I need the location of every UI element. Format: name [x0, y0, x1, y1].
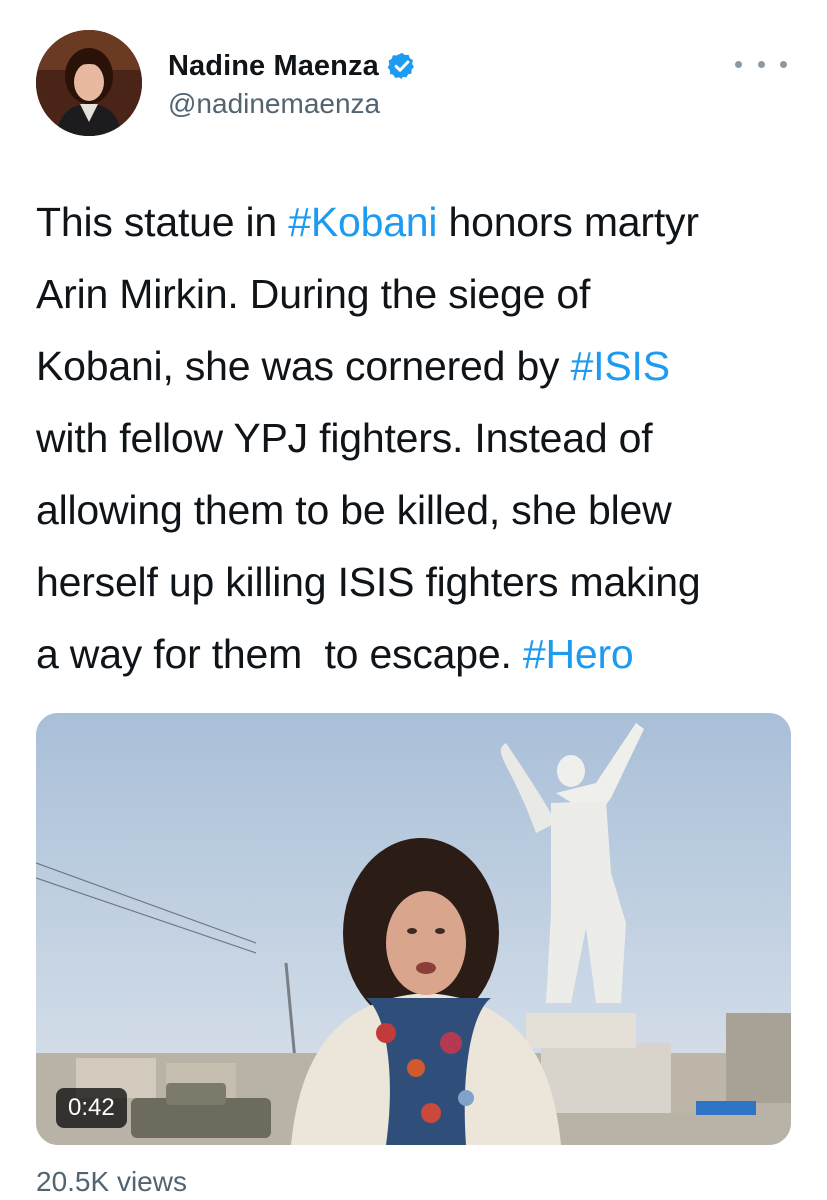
more-dot — [757, 60, 765, 68]
hashtag-link[interactable]: #Kobani — [288, 199, 437, 245]
avatar-image — [36, 30, 142, 136]
author-name-row: Nadine Maenza — [168, 46, 417, 86]
more-dot — [780, 60, 787, 68]
tweet-text: This statue in #Kobani honors martyr Ari… — [36, 186, 806, 690]
more-options-icon[interactable] — [735, 52, 787, 76]
video-player[interactable]: 0:42 — [36, 713, 791, 1145]
more-dot — [735, 60, 742, 68]
video-thumbnail — [36, 713, 791, 1145]
author-handle[interactable]: @nadinemaenza — [168, 88, 380, 120]
view-count: 20.5K views — [36, 1166, 187, 1197]
verified-badge-icon — [387, 52, 414, 80]
author-name[interactable]: Nadine Maenza — [168, 50, 379, 83]
tweet-text-segment: This statue in — [36, 199, 289, 245]
hashtag-link[interactable]: #Hero — [523, 631, 634, 677]
hashtag-link[interactable]: #ISIS — [571, 343, 670, 389]
video-duration-badge: 0:42 — [56, 1088, 127, 1128]
avatar[interactable] — [36, 30, 142, 136]
